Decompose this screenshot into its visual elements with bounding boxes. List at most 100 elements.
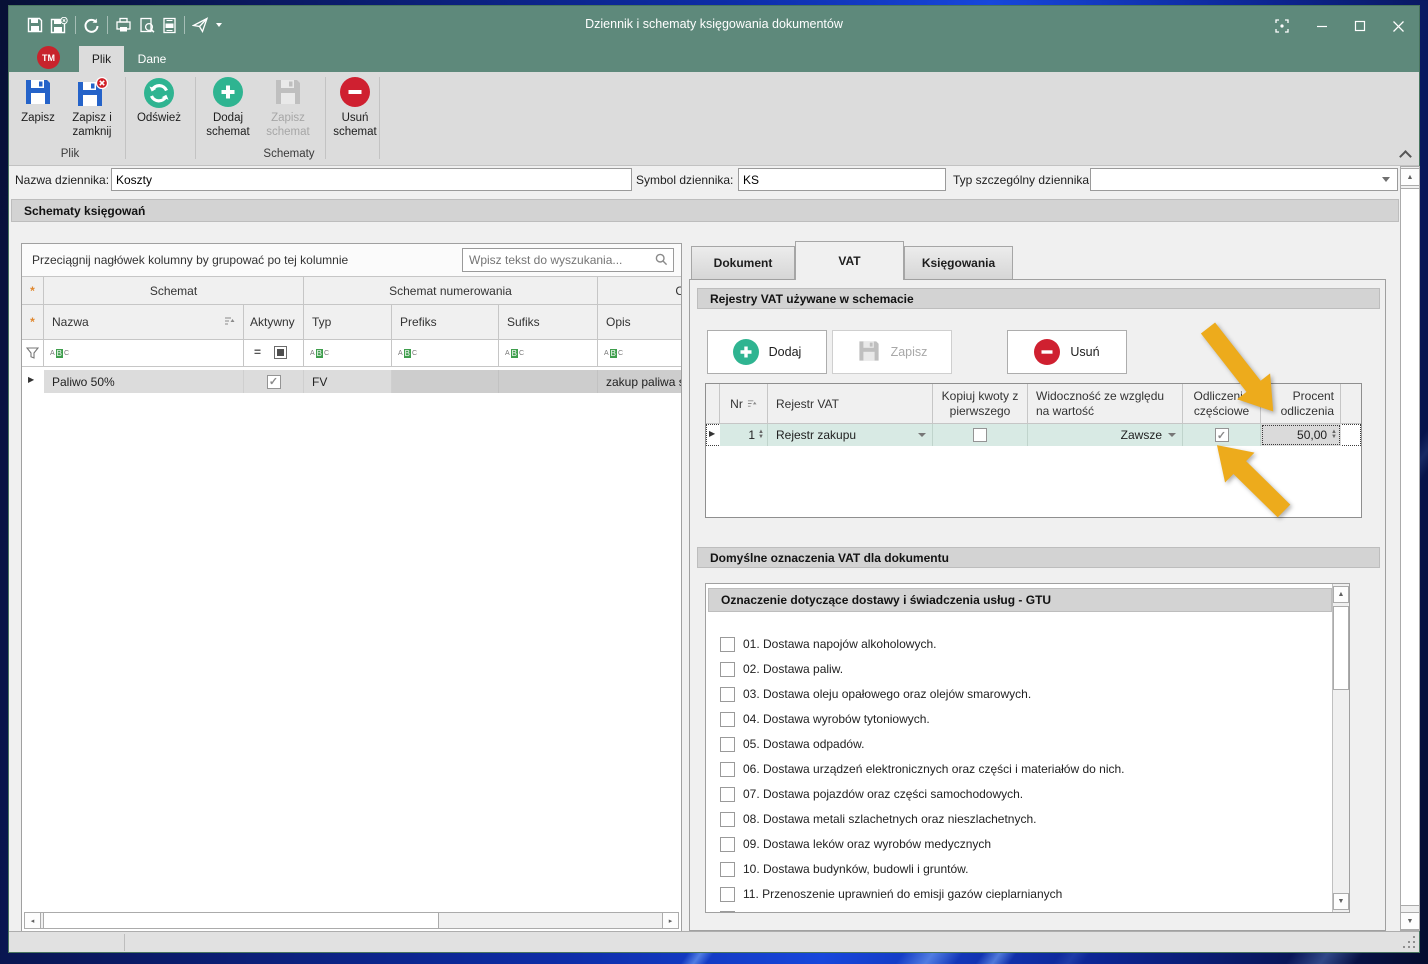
band-schemat-numerowania[interactable]: Schemat numerowania	[304, 277, 598, 305]
tab-ksiegowania[interactable]: Księgowania	[904, 246, 1013, 279]
dodaj-schemat-button[interactable]: Dodaj schemat	[199, 77, 257, 139]
equals-filter-icon[interactable]: =	[254, 345, 261, 359]
zapisz-button-vat[interactable]: Zapisz	[832, 330, 952, 374]
column-opis[interactable]: Opis	[598, 305, 681, 340]
gtu-item[interactable]: 09. Dostawa leków oraz wyrobów medycznyc…	[706, 834, 1306, 854]
main-scroll-up-button[interactable]: ▲	[1400, 168, 1420, 186]
gtu-checkbox[interactable]	[720, 862, 735, 877]
cell-aktywny[interactable]	[244, 370, 304, 393]
band-clipped[interactable]: C	[598, 277, 681, 305]
usun-schemat-button[interactable]: Usuń schemat	[327, 77, 383, 139]
maximize-button[interactable]	[1345, 15, 1375, 37]
band-schemat[interactable]: Schemat	[44, 277, 304, 305]
gtu-item[interactable]: 05. Dostawa odpadów.	[706, 734, 1306, 754]
abc-filter-icon[interactable]: ABC	[398, 349, 417, 358]
cell-opis[interactable]: zakup paliwa sam	[598, 370, 681, 393]
gtu-scroll-down-button[interactable]: ▼	[1333, 893, 1349, 910]
usun-button[interactable]: Usuń	[1007, 330, 1127, 374]
gtu-checkbox[interactable]	[720, 737, 735, 752]
cell-kopiuj[interactable]	[933, 424, 1028, 446]
nazwa-dziennika-input[interactable]	[111, 168, 632, 191]
grid-search-input[interactable]	[462, 248, 674, 272]
gtu-checkbox[interactable]	[720, 662, 735, 677]
gtu-checkbox[interactable]	[720, 887, 735, 902]
tab-dokument[interactable]: Dokument	[691, 246, 795, 279]
horizontal-scrollbar-thumb[interactable]	[43, 912, 439, 929]
window-title: Dziennik i schematy księgowania dokument…	[9, 17, 1419, 31]
gtu-item[interactable]: 06. Dostawa urządzeń elektronicznych ora…	[706, 759, 1306, 779]
vat-col-rejestr[interactable]: Rejestr VAT	[768, 384, 933, 424]
gtu-checkbox[interactable]	[720, 687, 735, 702]
cell-typ[interactable]: FV	[304, 370, 392, 393]
gtu-checkbox[interactable]	[720, 911, 735, 914]
tab-dane[interactable]: Dane	[128, 46, 176, 72]
collapse-ribbon-icon[interactable]	[1399, 150, 1412, 163]
filter-funnel-icon[interactable]	[26, 347, 39, 362]
cell-rejestr-vat[interactable]: Rejestr zakupu	[768, 424, 933, 446]
gtu-checkbox[interactable]	[720, 637, 735, 652]
column-nazwa[interactable]: Nazwa	[44, 305, 244, 340]
gtu-item[interactable]: 02. Dostawa paliw.	[706, 659, 1306, 679]
main-scroll-down-button[interactable]: ▼	[1400, 912, 1420, 930]
gtu-item[interactable]: 07. Dostawa pojazdów oraz części samocho…	[706, 784, 1306, 804]
gtu-scrollbar-thumb[interactable]	[1333, 606, 1349, 690]
column-prefiks[interactable]: Prefiks	[392, 305, 499, 340]
search-icon[interactable]	[655, 253, 668, 269]
aktywny-checkbox[interactable]	[267, 375, 281, 389]
dropdown-icon[interactable]	[918, 433, 926, 437]
gtu-item[interactable]: 11. Przenoszenie uprawnień do emisji gaz…	[706, 884, 1306, 904]
gtu-checkbox[interactable]	[720, 762, 735, 777]
abc-filter-icon[interactable]: ABC	[50, 349, 69, 358]
aktywny-filter-checkbox[interactable]	[274, 346, 287, 359]
tab-plik[interactable]: Plik	[79, 46, 124, 72]
abc-filter-icon[interactable]: ABC	[310, 349, 329, 358]
gtu-item[interactable]: 10. Dostawa budynków, budowli i gruntów.	[706, 859, 1306, 879]
dodaj-button[interactable]: Dodaj	[707, 330, 827, 374]
column-aktywny[interactable]: Aktywny	[244, 305, 304, 340]
gtu-item[interactable]: 01. Dostawa napojów alkoholowych.	[706, 634, 1306, 654]
zapisz-button[interactable]: Zapisz	[15, 77, 61, 125]
gtu-item-partial[interactable]	[706, 908, 1306, 913]
table-row[interactable]: ▶ Paliwo 50% FV zakup paliwa sam	[22, 370, 681, 393]
gtu-checkbox[interactable]	[720, 712, 735, 727]
domyslne-oznaczenia-header: Domyślne oznaczenia VAT dla dokumentu	[697, 547, 1380, 568]
typ-szczegolny-combobox[interactable]	[1090, 168, 1398, 191]
tab-vat[interactable]: VAT	[795, 241, 904, 280]
kopiuj-checkbox[interactable]	[973, 428, 987, 442]
cell-nazwa[interactable]: Paliwo 50%	[44, 370, 244, 393]
gtu-item[interactable]: 04. Dostawa wyrobów tytoniowych.	[706, 709, 1306, 729]
vat-col-kopiuj[interactable]: Kopiuj kwoty z pierwszego	[933, 384, 1028, 424]
main-scrollbar-thumb[interactable]	[1400, 188, 1420, 906]
ribbon-group-separator	[125, 77, 126, 159]
symbol-dziennika-input[interactable]	[738, 168, 946, 191]
minimize-button[interactable]	[1307, 15, 1337, 37]
zapisz-i-zamknij-button[interactable]: Zapisz i zamknij	[61, 77, 123, 139]
abc-filter-icon[interactable]: ABC	[505, 349, 524, 358]
close-button[interactable]	[1383, 15, 1413, 37]
spinner-icon[interactable]: ▲▼	[758, 430, 764, 440]
app-logo[interactable]: TM	[37, 46, 60, 69]
odswiez-button[interactable]: Odśwież	[129, 77, 189, 125]
gtu-checkbox[interactable]	[720, 837, 735, 852]
row-indicator-icon: ▶	[709, 429, 715, 438]
combobox-dropdown-icon[interactable]	[1382, 177, 1390, 182]
focus-mode-button[interactable]	[1267, 15, 1297, 37]
gtu-item[interactable]: 08. Dostawa metali szlachetnych oraz nie…	[706, 809, 1306, 829]
scroll-right-button[interactable]: ▸	[662, 912, 679, 929]
scroll-left-button[interactable]: ◂	[24, 912, 41, 929]
zapisz-schemat-button[interactable]: Zapisz schemat	[259, 77, 317, 139]
abc-filter-icon[interactable]: ABC	[604, 349, 623, 358]
gtu-checkbox[interactable]	[720, 812, 735, 827]
vat-col-nr[interactable]: Nr	[720, 384, 768, 424]
column-sufiks[interactable]: Sufiks	[499, 305, 598, 340]
column-typ[interactable]: Typ	[304, 305, 392, 340]
gtu-item[interactable]: 03. Dostawa oleju opałowego oraz olejów …	[706, 684, 1306, 704]
cell-nr[interactable]: 1▲▼	[720, 424, 768, 446]
gtu-scroll-up-button[interactable]: ▲	[1333, 586, 1349, 603]
gtu-checkbox[interactable]	[720, 787, 735, 802]
cell-prefiks[interactable]	[392, 370, 499, 393]
column-indicator-cell: *	[22, 305, 44, 340]
symbol-dziennika-label: Symbol dziennika:	[636, 173, 733, 187]
cell-sufiks[interactable]	[499, 370, 598, 393]
app-window: Dziennik i schematy księgowania dokument…	[8, 5, 1420, 953]
